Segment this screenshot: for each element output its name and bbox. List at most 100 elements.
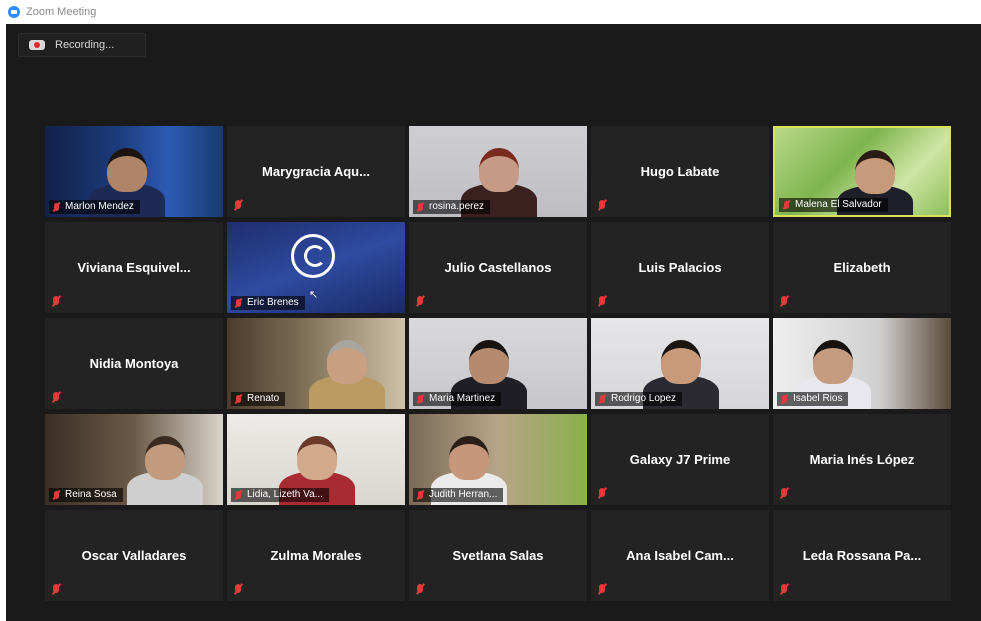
- participant-name: Rodrigo Lopez: [611, 393, 677, 404]
- participant-tile[interactable]: Zulma Morales: [227, 510, 405, 601]
- gallery-grid: Marlon Mendez Marygracia Aqu... rosina.per…: [45, 126, 951, 601]
- participant-face: [479, 148, 519, 192]
- participant-name: Svetlana Salas: [452, 548, 544, 563]
- muted-mic-icon: [416, 203, 424, 212]
- participant-name-tag: Malena El Salvador: [779, 198, 888, 212]
- participant-tile[interactable]: Marlon Mendez: [45, 126, 223, 217]
- participant-tile[interactable]: Elizabeth: [773, 222, 951, 313]
- participant-name-tag: Eric Brenes: [231, 296, 305, 310]
- participant-tile[interactable]: Ana Isabel Cam...: [591, 510, 769, 601]
- participant-name: Maria Inés López: [809, 452, 915, 467]
- participant-name-tag: Isabel Rios: [777, 392, 849, 406]
- muted-mic-icon: [52, 491, 60, 500]
- participant-tile[interactable]: Maria Inés López: [773, 414, 951, 505]
- participant-tile[interactable]: rosina.perez: [409, 126, 587, 217]
- participant-name-tag: Maria Martinez: [413, 392, 502, 406]
- participant-name-tag: Marlon Mendez: [49, 200, 140, 214]
- participant-tile[interactable]: Luis Palacios: [591, 222, 769, 313]
- participant-face: [855, 150, 895, 194]
- participant-tile[interactable]: Reina Sosa: [45, 414, 223, 505]
- muted-mic-icon: [233, 584, 243, 595]
- muted-mic-icon: [597, 584, 607, 595]
- muted-mic-icon: [416, 395, 424, 404]
- participant-name: Oscar Valladares: [81, 548, 187, 563]
- participant-name: Nidia Montoya: [89, 356, 179, 371]
- muted-mic-icon: [51, 584, 61, 595]
- participant-name: Julio Castellanos: [444, 260, 552, 275]
- muted-mic-icon: [779, 488, 789, 499]
- muted-mic-icon: [52, 203, 60, 212]
- muted-mic-icon: [234, 491, 242, 500]
- window-titlebar: Zoom Meeting: [0, 0, 981, 24]
- participant-name-tag: rosina.perez: [413, 200, 491, 214]
- participant-tile[interactable]: Isabel Rios: [773, 318, 951, 409]
- participant-face: [327, 340, 367, 384]
- participant-name: rosina.perez: [429, 201, 485, 212]
- muted-mic-icon: [415, 584, 425, 595]
- participant-name: Leda Rossana Pa...: [802, 548, 922, 563]
- muted-mic-icon: [234, 395, 242, 404]
- participant-name-tag: Reina Sosa: [49, 488, 123, 502]
- obs-logo-icon: [291, 234, 335, 278]
- recording-indicator[interactable]: Recording...: [18, 33, 146, 57]
- participant-name: Renato: [247, 393, 280, 404]
- participant-name: Viviana Esquivel...: [77, 260, 191, 275]
- participant-name-tag: Rodrigo Lopez: [595, 392, 683, 406]
- participant-tile[interactable]: Nidia Montoya: [45, 318, 223, 409]
- muted-mic-icon: [416, 491, 424, 500]
- participant-name: Marlon Mendez: [65, 201, 134, 212]
- participant-tile[interactable]: Julio Castellanos: [409, 222, 587, 313]
- participant-face: [449, 436, 489, 480]
- participant-tile[interactable]: Maria Martinez: [409, 318, 587, 409]
- participant-face: [107, 148, 147, 192]
- muted-mic-icon: [597, 200, 607, 211]
- recording-label: Recording...: [55, 39, 115, 51]
- participant-face: [661, 340, 701, 384]
- mouse-cursor-icon: ↖: [309, 289, 319, 301]
- participant-name: Reina Sosa: [65, 489, 117, 500]
- participant-name-tag: Judith Herran...: [413, 488, 504, 502]
- muted-mic-icon: [51, 296, 61, 307]
- muted-mic-icon: [779, 584, 789, 595]
- participant-name-tag: Renato: [231, 392, 286, 406]
- participant-tile[interactable]: Judith Herran...: [409, 414, 587, 505]
- participant-name: Luis Palacios: [638, 260, 722, 275]
- participant-tile[interactable]: ↖ Eric Brenes: [227, 222, 405, 313]
- participant-name: Malena El Salvador: [795, 199, 882, 210]
- muted-mic-icon: [233, 200, 243, 211]
- participant-name: Lidia, Lizeth Va...: [247, 489, 323, 500]
- participant-name: Maria Martinez: [429, 393, 496, 404]
- participant-name: Zulma Morales: [270, 548, 362, 563]
- participant-face: [297, 436, 337, 480]
- participant-face: [145, 436, 185, 480]
- participant-tile[interactable]: Rodrigo Lopez: [591, 318, 769, 409]
- muted-mic-icon: [782, 201, 790, 210]
- participant-tile[interactable]: Viviana Esquivel...: [45, 222, 223, 313]
- participant-face: [813, 340, 853, 384]
- participant-name: Eric Brenes: [247, 297, 299, 308]
- muted-mic-icon: [51, 392, 61, 403]
- cloud-record-icon: [29, 39, 45, 51]
- participant-tile[interactable]: Oscar Valladares: [45, 510, 223, 601]
- muted-mic-icon: [234, 299, 242, 308]
- muted-mic-icon: [780, 395, 788, 404]
- participant-name: Ana Isabel Cam...: [626, 548, 734, 563]
- muted-mic-icon: [598, 395, 606, 404]
- participant-tile[interactable]: Galaxy J7 Prime: [591, 414, 769, 505]
- participant-name: Galaxy J7 Prime: [629, 452, 731, 467]
- participant-tile[interactable]: Leda Rossana Pa...: [773, 510, 951, 601]
- muted-mic-icon: [597, 296, 607, 307]
- participant-face: [469, 340, 509, 384]
- participant-tile[interactable]: Malena El Salvador: [773, 126, 951, 217]
- zoom-app-icon: [8, 6, 20, 18]
- participant-tile[interactable]: Svetlana Salas: [409, 510, 587, 601]
- muted-mic-icon: [415, 296, 425, 307]
- participant-tile[interactable]: Marygracia Aqu...: [227, 126, 405, 217]
- participant-name: Isabel Rios: [793, 393, 843, 404]
- participant-tile[interactable]: Hugo Labate: [591, 126, 769, 217]
- participant-tile[interactable]: Renato: [227, 318, 405, 409]
- participant-tile[interactable]: Lidia, Lizeth Va...: [227, 414, 405, 505]
- window-title: Zoom Meeting: [26, 6, 97, 18]
- participant-name: Marygracia Aqu...: [262, 164, 370, 179]
- participant-name: Judith Herran...: [429, 489, 498, 500]
